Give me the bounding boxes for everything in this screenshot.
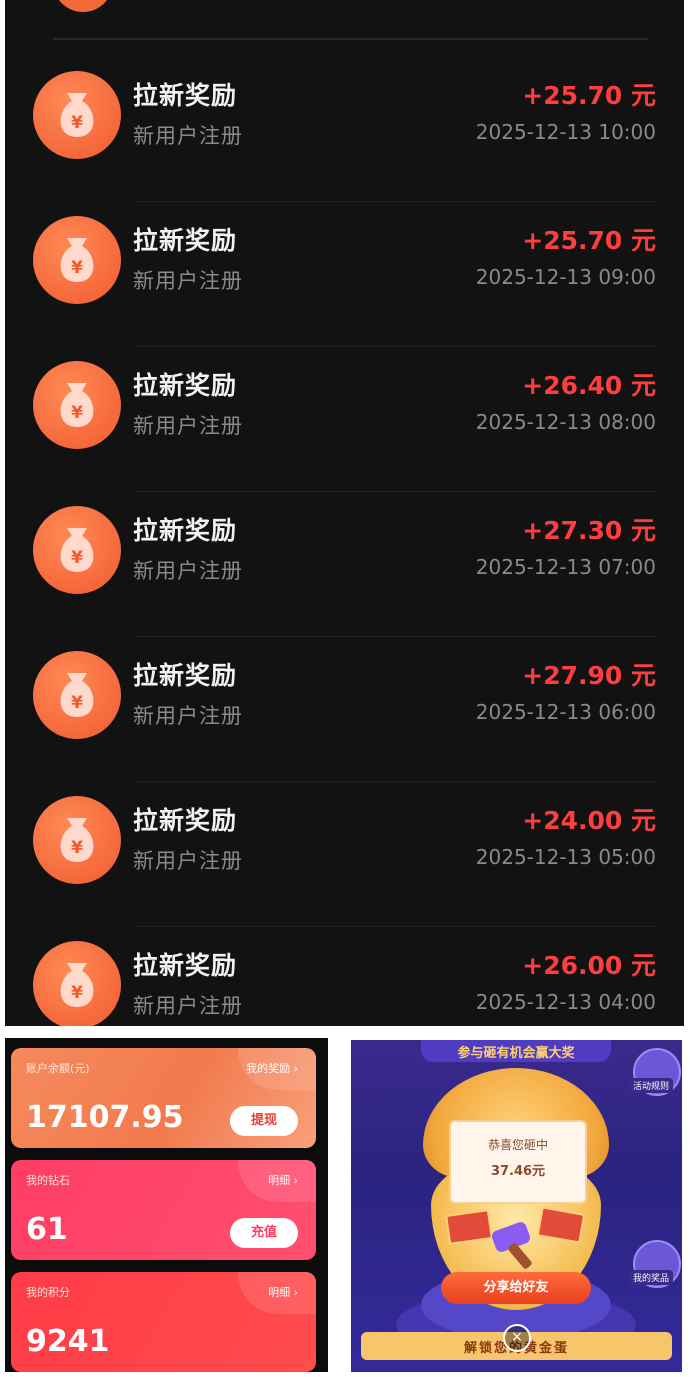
transaction-row[interactable]: ¥ 拉新奖励 新用户注册 +24.00 元 2025-12-13 05:00 (5, 781, 684, 926)
transaction-row[interactable]: ¥ 拉新奖励 新用户注册 +25.70 元 2025-12-13 10:00 (5, 56, 684, 201)
prize-badge-label[interactable]: 我的奖品 (629, 1270, 674, 1285)
balance-label: 账户余额(元) (26, 1062, 90, 1075)
transaction-subtitle: 新用户注册 (133, 124, 243, 148)
close-icon[interactable]: × (503, 1324, 531, 1352)
promo-header: 参与砸有机会赢大奖 (421, 1040, 611, 1062)
withdraw-button[interactable]: 提现 (230, 1106, 298, 1136)
transaction-row[interactable]: ¥ 拉新奖励 新用户注册 +27.30 元 2025-12-13 07:00 (5, 491, 684, 636)
transaction-row[interactable]: ¥ 拉新奖励 新用户注册 +26.40 元 2025-12-13 08:00 (5, 346, 684, 491)
transaction-amount: +27.30 元 (522, 516, 656, 545)
transaction-title: 拉新奖励 (133, 226, 238, 255)
transaction-row[interactable]: ¥ 拉新奖励 新用户注册 +26.00 元 2025-12-13 04:00 (5, 926, 684, 1026)
transaction-title: 拉新奖励 (133, 516, 238, 545)
divider (53, 38, 648, 40)
red-envelope-icon (445, 1209, 493, 1245)
transaction-row[interactable]: ¥ 拉新奖励 新用户注册 +27.90 元 2025-12-13 06:00 (5, 636, 684, 781)
transaction-subtitle: 新用户注册 (133, 704, 243, 728)
points-detail-link[interactable]: 明细 › (268, 1284, 298, 1300)
transaction-subtitle: 新用户注册 (133, 269, 243, 293)
golden-egg-promo: 参与砸有机会赢大奖 活动规则 我的奖品 恭喜您砸中 37.46元 分享给好友 解… (351, 1040, 682, 1372)
points-label: 我的积分 (26, 1286, 70, 1299)
transaction-time: 2025-12-13 10:00 (475, 120, 656, 144)
svg-text:¥: ¥ (71, 983, 83, 1003)
transaction-time: 2025-12-13 08:00 (475, 410, 656, 434)
transaction-time: 2025-12-13 04:00 (475, 990, 656, 1014)
balance-card[interactable]: 账户余额(元) 我的奖励 › 17107.95 提现 (11, 1048, 316, 1148)
transaction-amount: +26.40 元 (522, 371, 656, 400)
promo-header-text: 参与砸有机会赢大奖 (457, 1046, 575, 1061)
prize-coupon: 恭喜您砸中 37.46元 (449, 1120, 587, 1204)
points-value: 9241 (26, 1324, 110, 1359)
svg-text:¥: ¥ (71, 258, 83, 278)
money-bag-icon: ¥ (33, 216, 121, 304)
transaction-subtitle: 新用户注册 (133, 414, 243, 438)
transaction-amount: +26.00 元 (522, 951, 656, 980)
balance-value: 17107.95 (26, 1100, 184, 1135)
transaction-time: 2025-12-13 07:00 (475, 555, 656, 579)
svg-text:¥: ¥ (71, 403, 83, 423)
money-bag-icon: ¥ (33, 796, 121, 884)
money-bag-icon: ¥ (33, 941, 121, 1026)
prize-title: 恭喜您砸中 (487, 1138, 548, 1152)
transaction-title: 拉新奖励 (133, 81, 238, 110)
rules-badge-label[interactable]: 活动规则 (629, 1078, 674, 1093)
money-bag-icon: ¥ (33, 71, 121, 159)
transaction-time: 2025-12-13 06:00 (475, 700, 656, 724)
transaction-panel: ¥ 拉新奖励 新用户注册 +25.70 元 2025-12-13 10:00 ¥… (5, 0, 684, 1026)
svg-text:¥: ¥ (71, 693, 83, 713)
transaction-time: 2025-12-13 09:00 (475, 265, 656, 289)
diamonds-label: 我的钻石 (26, 1174, 70, 1187)
my-rewards-link[interactable]: 我的奖励 › (246, 1060, 298, 1076)
recharge-button[interactable]: 充值 (230, 1218, 298, 1248)
share-to-friends-button[interactable]: 分享给好友 (441, 1272, 591, 1304)
money-bag-icon: ¥ (33, 651, 121, 739)
transaction-row[interactable]: ¥ 拉新奖励 新用户注册 +25.70 元 2025-12-13 09:00 (5, 201, 684, 346)
transaction-amount: +24.00 元 (522, 806, 656, 835)
svg-text:¥: ¥ (71, 113, 83, 133)
money-bag-icon: ¥ (33, 506, 121, 594)
transaction-title: 拉新奖励 (133, 806, 238, 835)
diamonds-detail-link[interactable]: 明细 › (268, 1172, 298, 1188)
diamonds-card[interactable]: 我的钻石 明细 › 61 充值 (11, 1160, 316, 1260)
points-card[interactable]: 我的积分 明细 › 9241 (11, 1272, 316, 1372)
transaction-subtitle: 新用户注册 (133, 559, 243, 583)
money-bag-icon: ¥ (33, 361, 121, 449)
transaction-amount: +27.90 元 (522, 661, 656, 690)
transaction-subtitle: 新用户注册 (133, 994, 243, 1018)
money-bag-icon (53, 0, 113, 12)
transaction-time: 2025-12-13 05:00 (475, 845, 656, 869)
prize-amount: 37.46元 (490, 1164, 546, 1179)
transaction-title: 拉新奖励 (133, 951, 238, 980)
diamonds-value: 61 (26, 1212, 68, 1247)
transaction-title: 拉新奖励 (133, 371, 238, 400)
transaction-list: ¥ 拉新奖励 新用户注册 +25.70 元 2025-12-13 10:00 ¥… (5, 56, 684, 1026)
svg-text:¥: ¥ (71, 548, 83, 568)
wallet-panel: 账户余额(元) 我的奖励 › 17107.95 提现 我的钻石 明细 › 61 … (5, 1038, 328, 1372)
transaction-subtitle: 新用户注册 (133, 849, 243, 873)
transaction-amount: +25.70 元 (522, 81, 656, 110)
svg-text:¥: ¥ (71, 838, 83, 858)
transaction-title: 拉新奖励 (133, 661, 238, 690)
hammer-icon (487, 1216, 547, 1280)
transaction-amount: +25.70 元 (522, 226, 656, 255)
